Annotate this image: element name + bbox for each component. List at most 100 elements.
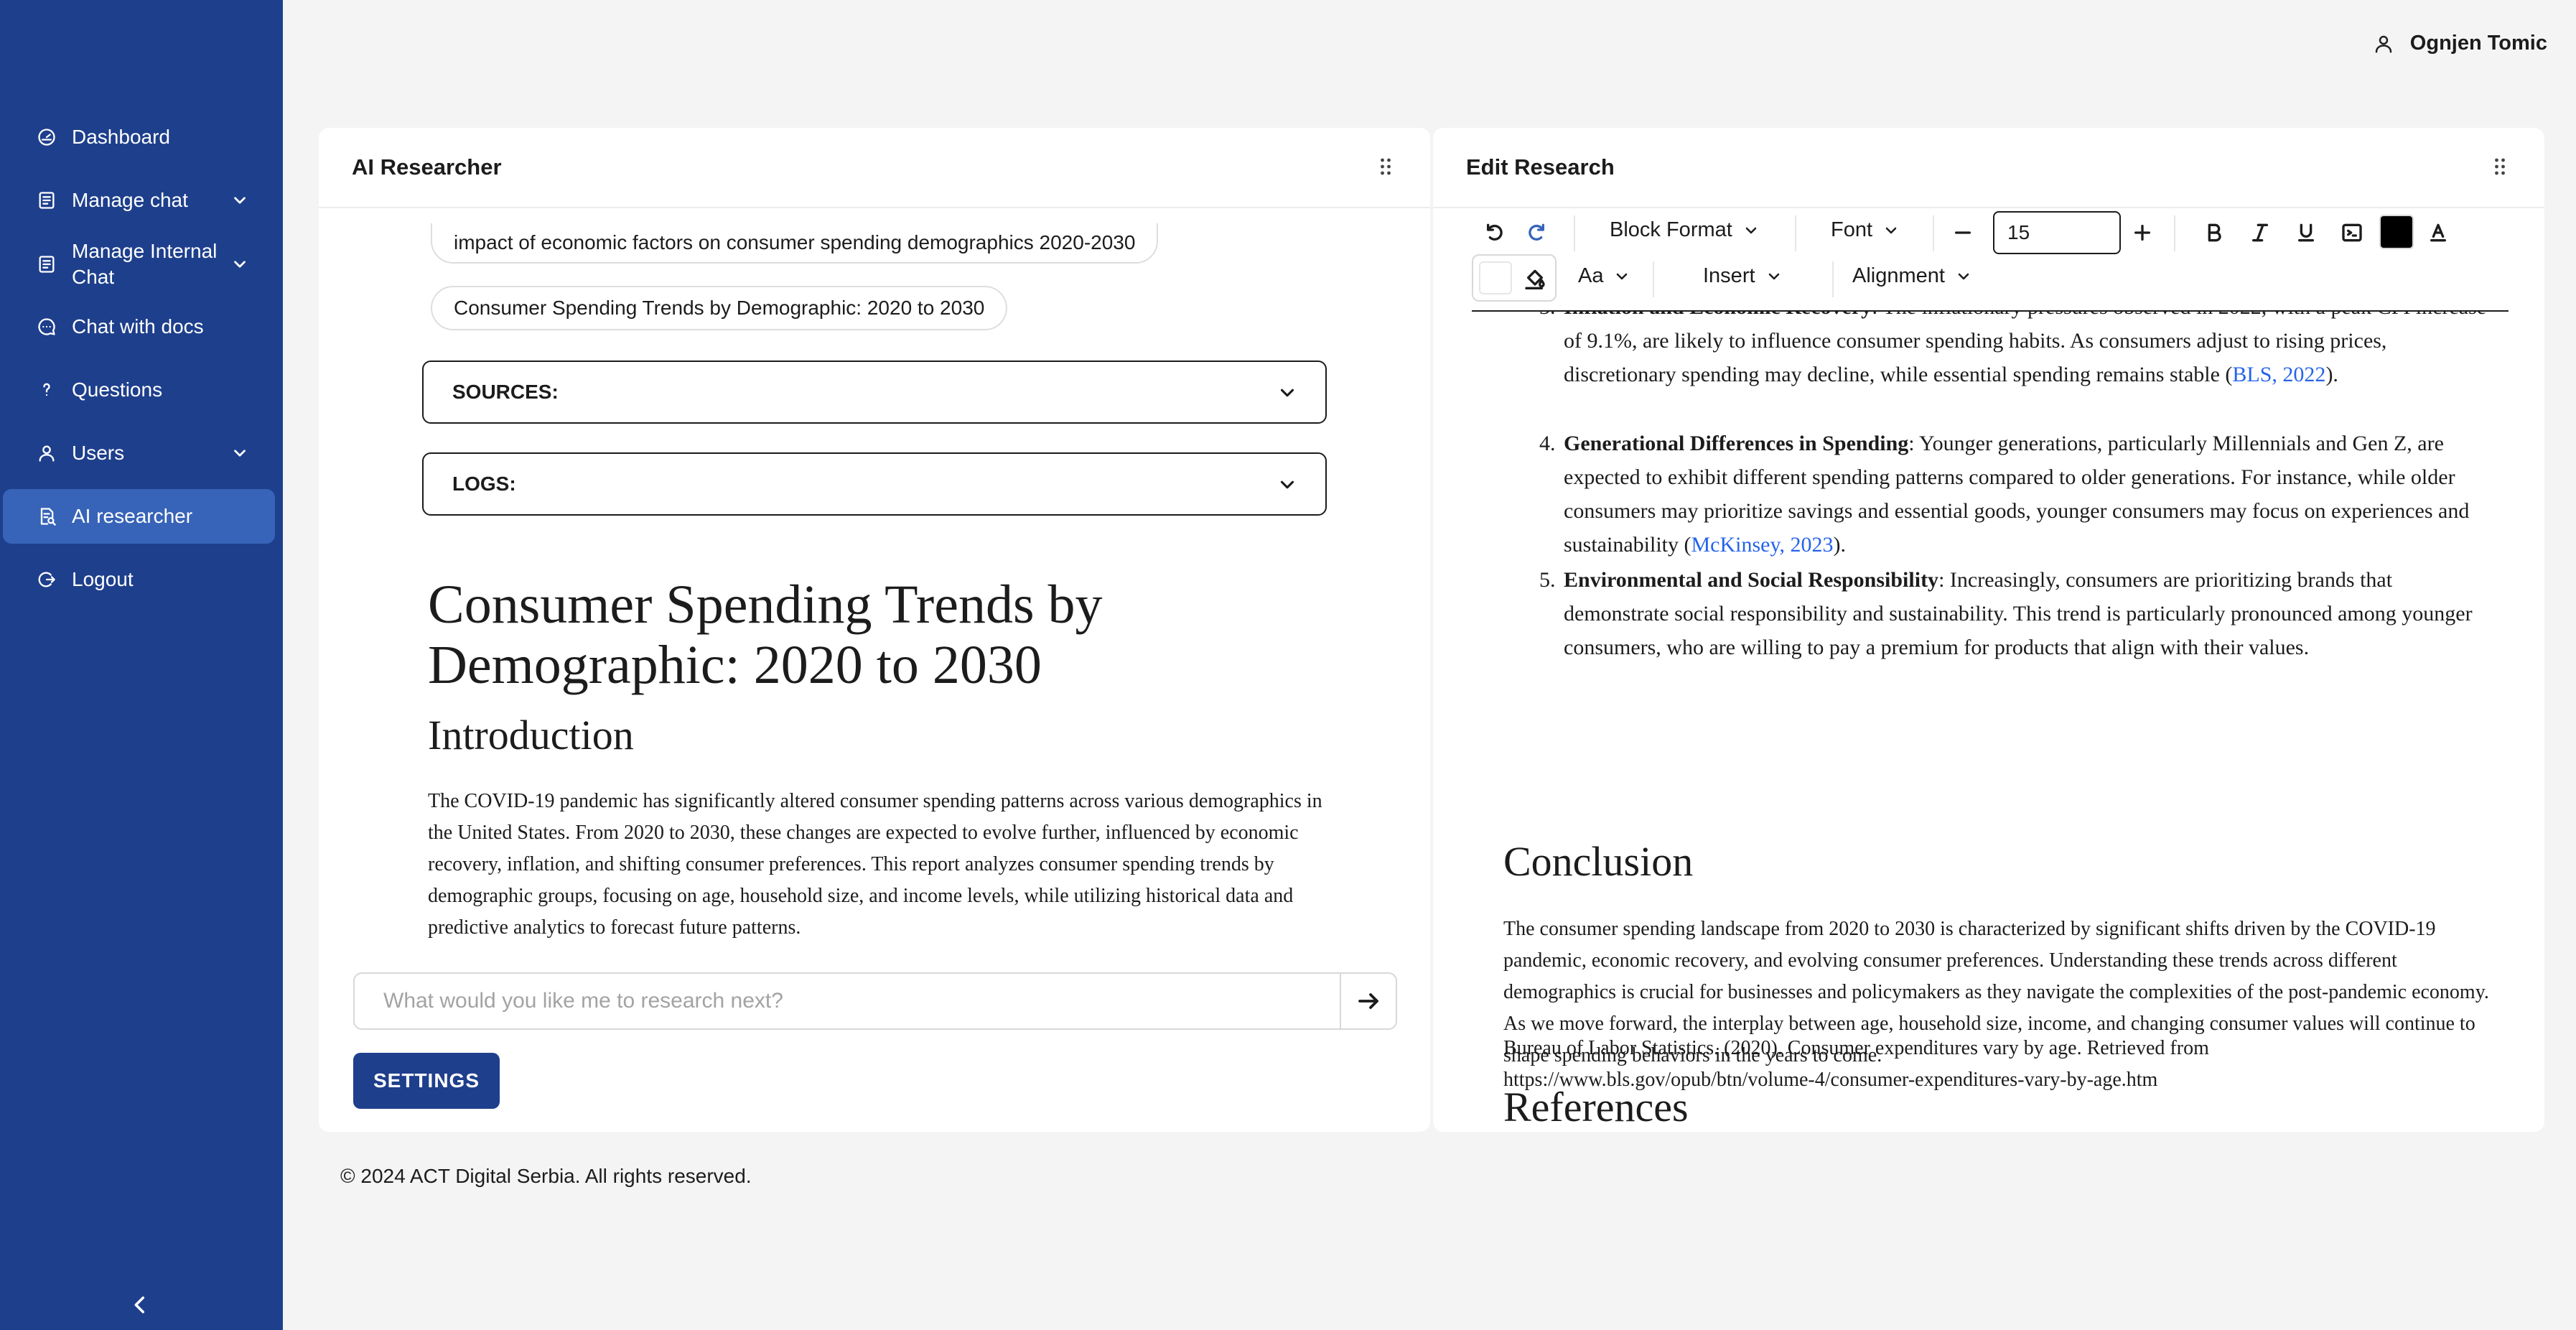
sidebar-item-ai-researcher[interactable]: AI researcher bbox=[3, 489, 275, 544]
drag-handle-icon[interactable] bbox=[2487, 154, 2513, 180]
decrease-font-size-button[interactable] bbox=[1947, 217, 1979, 248]
list-item: 4. Generational Differences in Spending: … bbox=[1539, 432, 2470, 557]
font-color-button[interactable] bbox=[2422, 217, 2454, 248]
background-color-picker[interactable] bbox=[1472, 254, 1557, 302]
insert-dropdown[interactable]: Insert bbox=[1703, 264, 1783, 288]
code-button[interactable] bbox=[2336, 217, 2368, 248]
toolbar-divider bbox=[1574, 215, 1575, 251]
chevron-down-icon bbox=[1617, 273, 1628, 279]
settings-button[interactable]: SETTINGS bbox=[353, 1053, 500, 1109]
panel-header: Edit Research bbox=[1433, 128, 2544, 208]
sidebar-item-label: Manage chat bbox=[72, 189, 188, 211]
bold-icon bbox=[2208, 223, 2221, 242]
findings-list: 3.Inflation and Economic Recovery: The i… bbox=[1539, 312, 2490, 699]
sidebar-item-label: AI researcher bbox=[72, 505, 193, 527]
chevron-down-icon bbox=[1745, 227, 1757, 233]
text-case-label: Aa bbox=[1578, 264, 1604, 287]
chevron-down-icon bbox=[1885, 227, 1897, 233]
alignment-dropdown[interactable]: Alignment bbox=[1852, 264, 1972, 288]
insert-label: Insert bbox=[1703, 264, 1755, 287]
sidebar-item-manage-chat[interactable]: Manage chat bbox=[3, 173, 275, 228]
report-title: Consumer Spending Trends by Demographic:… bbox=[428, 575, 1103, 695]
paint-bucket-icon bbox=[1525, 269, 1545, 289]
toolbar-divider bbox=[1933, 215, 1934, 251]
text-case-dropdown[interactable]: Aa bbox=[1578, 264, 1630, 288]
sidebar-item-questions[interactable]: Questions bbox=[3, 363, 275, 417]
sources-accordion[interactable]: SOURCES: bbox=[422, 361, 1327, 424]
send-button[interactable] bbox=[1340, 974, 1396, 1028]
toolbar-divider bbox=[1795, 215, 1796, 251]
research-prompt bbox=[353, 972, 1397, 1030]
toolbar-divider bbox=[2174, 215, 2175, 251]
collapse-sidebar-button[interactable] bbox=[128, 1293, 152, 1317]
citation-link[interactable]: BLS, 2022 bbox=[2232, 363, 2325, 386]
undo-icon bbox=[1487, 223, 1503, 241]
conclusion-heading: Conclusion bbox=[1503, 838, 1694, 885]
sidebar-item-label: Logout bbox=[72, 568, 134, 590]
logout-icon bbox=[36, 569, 57, 590]
chevron-left-icon bbox=[134, 1296, 145, 1313]
font-label: Font bbox=[1831, 218, 1873, 241]
sidebar-item-label: Users bbox=[72, 442, 125, 464]
sidebar-item-label: Manage Internal Chat bbox=[72, 240, 218, 288]
chevron-down-icon bbox=[1768, 273, 1779, 279]
redo-button[interactable] bbox=[1521, 217, 1552, 248]
chat-icon bbox=[36, 316, 57, 338]
arrow-right-icon bbox=[1358, 993, 1378, 1009]
underline-button[interactable] bbox=[2290, 217, 2322, 248]
italic-button[interactable] bbox=[2244, 217, 2276, 248]
dashboard-icon bbox=[36, 126, 57, 148]
list-item: 5. Environmental and Social Responsibilit… bbox=[1539, 568, 2473, 659]
chevron-down-icon bbox=[1277, 474, 1298, 496]
minus-icon bbox=[1955, 231, 1971, 234]
font-color-icon bbox=[2430, 223, 2446, 242]
research-icon bbox=[36, 506, 57, 527]
reference-entry: Bureau of Labor Statistics. (2020). Cons… bbox=[1503, 1037, 2209, 1091]
question-icon bbox=[36, 379, 57, 401]
drag-handle-icon[interactable] bbox=[1373, 154, 1399, 180]
panel-header: AI Researcher bbox=[319, 128, 1430, 208]
plus-icon bbox=[2134, 225, 2150, 241]
underline-icon bbox=[2298, 223, 2314, 242]
undo-button[interactable] bbox=[1479, 217, 1511, 248]
font-size-input[interactable] bbox=[1993, 211, 2121, 254]
increase-font-size-button[interactable] bbox=[2127, 217, 2158, 248]
chevron-down-icon bbox=[230, 191, 249, 210]
user-icon bbox=[36, 442, 57, 464]
block-format-dropdown[interactable]: Block Format bbox=[1610, 218, 1760, 242]
editor-content[interactable]: 3.Inflation and Economic Recovery: The i… bbox=[1472, 312, 2509, 1123]
sidebar-item-label: Questions bbox=[72, 378, 163, 401]
query-chip[interactable]: Consumer Spending Trends by Demographic:… bbox=[431, 286, 1008, 330]
query-chip[interactable]: impact of economic factors on consumer s… bbox=[431, 223, 1159, 264]
text-color-swatch[interactable] bbox=[2379, 215, 2414, 249]
sidebar-item-manage-internal-chat[interactable]: Manage Internal Chat bbox=[3, 236, 275, 293]
research-input[interactable] bbox=[355, 974, 1340, 1028]
list-icon bbox=[36, 190, 57, 211]
panel-title: AI Researcher bbox=[352, 154, 502, 180]
sidebar: Dashboard Manage chat Manage Internal Ch… bbox=[0, 0, 283, 1330]
italic-icon bbox=[2252, 223, 2268, 242]
panel-title: Edit Research bbox=[1466, 154, 1615, 180]
background-color-swatch[interactable] bbox=[1479, 261, 1512, 294]
chevron-down-icon bbox=[1958, 273, 1969, 279]
font-dropdown[interactable]: Font bbox=[1831, 218, 1900, 242]
bold-button[interactable] bbox=[2198, 217, 2230, 248]
redo-icon bbox=[1529, 223, 1544, 241]
logs-accordion[interactable]: LOGS: bbox=[422, 452, 1327, 516]
sidebar-item-dashboard[interactable]: Dashboard bbox=[3, 110, 275, 164]
intro-text: The COVID-19 pandemic has significantly … bbox=[428, 790, 1322, 939]
code-block-icon bbox=[2342, 223, 2362, 242]
logs-label: LOGS: bbox=[452, 473, 516, 495]
citation-link[interactable]: McKinsey, 2023 bbox=[1691, 533, 1833, 557]
edit-research-panel: Edit Research Block Format Font 15 Aa In… bbox=[1433, 128, 2544, 1132]
footer-copyright: © 2024 ACT Digital Serbia. All rights re… bbox=[340, 1165, 752, 1187]
sidebar-item-chat-with-docs[interactable]: Chat with docs bbox=[3, 299, 275, 354]
sidebar-item-users[interactable]: Users bbox=[3, 426, 275, 480]
fill-color-button[interactable] bbox=[1519, 263, 1551, 294]
chevron-down-icon bbox=[230, 444, 249, 462]
chevron-down-icon bbox=[1277, 382, 1298, 404]
user-menu[interactable]: Ognjen Tomic bbox=[2373, 32, 2547, 55]
sidebar-item-label: Chat with docs bbox=[72, 315, 204, 338]
sidebar-item-logout[interactable]: Logout bbox=[3, 552, 275, 607]
sources-label: SOURCES: bbox=[452, 381, 559, 403]
